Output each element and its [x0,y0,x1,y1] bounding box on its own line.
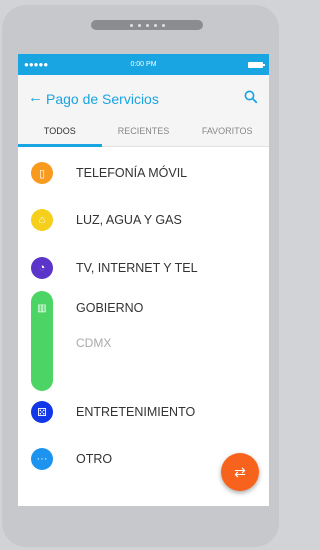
tab-favoritos[interactable]: FAVORITOS [185,119,269,147]
app-header: ← Pago de Servicios TODOS RECIENTES FAVO… [18,75,269,147]
status-bar: ●●●●● 0:00 PM [18,54,269,75]
service-luz-agua-gas[interactable]: ⌂ LUZ, AGUA Y GAS [18,197,269,243]
page-title: Pago de Servicios [46,91,159,107]
satellite-icon: ◔ [31,257,53,279]
service-label: OTRO [76,452,113,466]
house-icon: ⌂ [31,209,53,231]
service-gobierno[interactable]: ▥ GOBIERNO CDMX [18,291,269,396]
dice-icon: ⚄ [31,401,53,423]
service-label: TV, INTERNET Y TEL [76,261,198,275]
service-label: LUZ, AGUA Y GAS [76,213,182,227]
fab-transfer-button[interactable]: ⇄ [221,453,259,491]
transfer-arrows-icon: ⇄ [234,463,246,480]
battery-icon [248,61,265,68]
building-icon: ▥ [31,291,53,391]
service-label: GOBIERNO [76,301,144,315]
service-label: ENTRETENIMIENTO [76,405,196,419]
tab-todos[interactable]: TODOS [18,119,102,147]
speaker-grille [91,20,203,30]
mobile-phone-icon: ▯ [31,162,53,184]
service-label: TELEFONÍA MÓVIL [76,166,188,180]
arrow-left-icon[interactable]: ← [28,89,43,106]
tab-recientes[interactable]: RECIENTES [102,119,186,147]
tab-bar: TODOS RECIENTES FAVORITOS [18,119,269,147]
status-time: 0:00 PM [130,61,157,68]
phone-frame: ●●●●● 0:00 PM ← Pago de Servicios TODOS … [2,5,279,547]
service-sub-cdmx[interactable]: CDMX [76,336,111,350]
service-telefonia-movil[interactable]: ▯ TELEFONÍA MÓVIL [18,150,269,196]
service-entretenimiento[interactable]: ⚄ ENTRETENIMIENTO [18,389,269,435]
more-icon: ··· [31,448,53,470]
service-tv-internet-tel[interactable]: ◔ TV, INTERNET Y TEL [18,245,269,291]
signal-indicator: ●●●●● [24,60,49,69]
search-icon[interactable] [242,88,260,106]
screen: ●●●●● 0:00 PM ← Pago de Servicios TODOS … [18,54,269,506]
